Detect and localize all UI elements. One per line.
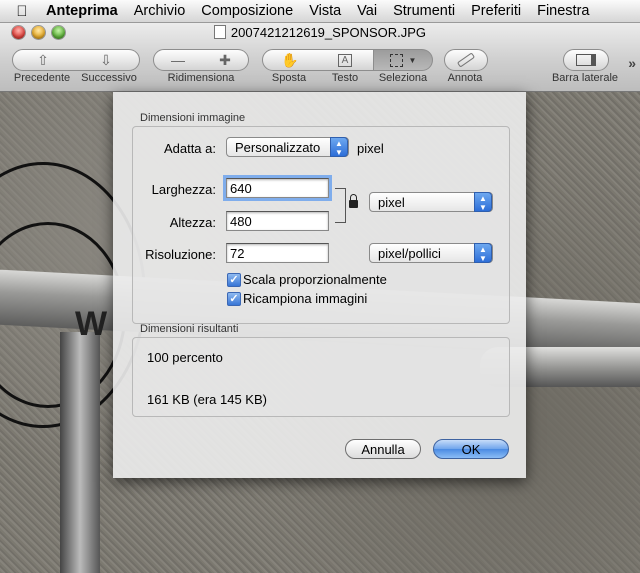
selection-icon <box>389 53 403 67</box>
text-icon: A <box>337 53 353 67</box>
menu-anteprima[interactable]: Anteprima <box>44 3 126 19</box>
menu-archivio[interactable]: Archivio <box>126 3 194 19</box>
resolution-unit-popup[interactable]: pixel/pollici ▲ ▼ <box>369 243 493 263</box>
resolution-label: Risoluzione: <box>145 247 216 262</box>
cancel-button[interactable]: Annulla <box>345 439 421 459</box>
enlarge-button[interactable]: ✚ <box>202 49 249 71</box>
window-title-text: 2007421212619_SPONSOR.JPG <box>230 25 427 40</box>
window-title: 2007421212619_SPONSOR.JPG <box>0 25 640 40</box>
percent-text: 100 percento <box>147 350 223 365</box>
resolution-field[interactable] <box>226 243 329 263</box>
proportion-bracket <box>335 188 346 223</box>
annotate-label: Annota <box>447 72 483 84</box>
menu-strumenti[interactable]: Strumenti <box>385 3 463 19</box>
size-unit-value: pixel <box>378 194 405 210</box>
title-bar[interactable]: 2007421212619_SPONSOR.JPG <box>0 23 640 43</box>
menu-vai[interactable]: Vai <box>349 3 385 19</box>
previous-button[interactable]: ⇧ <box>12 49 74 71</box>
plus-icon: ✚ <box>219 51 231 68</box>
shrink-button[interactable]: — <box>153 49 203 71</box>
height-label: Altezza: <box>169 215 216 230</box>
minus-icon: — <box>171 52 185 68</box>
document-icon <box>213 25 226 39</box>
next-label: Successivo <box>81 72 137 84</box>
resample-checkbox[interactable]: ✓ <box>227 292 241 306</box>
image-size-section-title: Dimensioni immagine <box>140 112 246 124</box>
previous-label: Precedente <box>13 72 71 84</box>
next-button[interactable]: ⇩ <box>73 49 140 71</box>
scale-proportionally-label[interactable]: Scala proporzionalmente <box>243 272 387 287</box>
menu-composizione[interactable]: Composizione <box>193 3 301 19</box>
fit-popup-value: Personalizzato <box>235 139 321 155</box>
pencil-icon <box>456 52 476 68</box>
menu-vista[interactable]: Vista <box>301 3 349 19</box>
select-tool-button[interactable]: ▼ <box>374 49 433 71</box>
window-chrome: 2007421212619_SPONSOR.JPG ⇧ ⇩ Precedente… <box>0 23 640 92</box>
chevron-down-icon: ▼ <box>408 55 417 65</box>
updown-arrows-icon: ▲ ▼ <box>474 192 492 212</box>
photo-fork <box>60 332 100 573</box>
select-label: Seleziona <box>378 72 428 84</box>
size-unit-popup[interactable]: pixel ▲ ▼ <box>369 192 493 212</box>
toolbar-overflow-button[interactable]: » <box>628 55 636 71</box>
width-field[interactable] <box>226 178 329 198</box>
menu-finestra[interactable]: Finestra <box>529 3 597 19</box>
file-size-text: 161 KB (era 145 KB) <box>147 392 267 407</box>
lock-icon[interactable] <box>349 194 358 208</box>
scale-proportionally-checkbox[interactable]: ✓ <box>227 273 241 287</box>
fit-unit: pixel <box>357 141 384 156</box>
text-tool-button[interactable]: A <box>317 49 374 71</box>
height-field[interactable] <box>226 211 329 231</box>
menu-preferiti[interactable]: Preferiti <box>463 3 529 19</box>
updown-arrows-icon: ▲ ▼ <box>330 137 348 157</box>
ok-button[interactable]: OK <box>433 439 509 459</box>
updown-arrows-icon: ▲ ▼ <box>474 243 492 263</box>
annotate-button[interactable] <box>444 49 488 71</box>
width-label: Larghezza: <box>151 182 216 197</box>
photo-brand-text: W <box>75 305 110 343</box>
resolution-unit-value: pixel/pollici <box>378 245 441 261</box>
move-tool-button[interactable]: ✋ <box>262 49 318 71</box>
resize-label: Ridimensiona <box>167 72 235 84</box>
fit-popup[interactable]: Personalizzato ▲ ▼ <box>226 137 349 157</box>
resulting-size-section-title: Dimensioni risultanti <box>140 323 239 335</box>
sidebar-label: Barra laterale <box>551 72 619 84</box>
resize-sheet-dialog: Dimensioni immagine Adatta a: Personaliz… <box>113 92 526 478</box>
apple-menu-icon[interactable]:  <box>0 3 44 20</box>
fit-label: Adatta a: <box>163 141 216 156</box>
arrow-down-icon: ⇩ <box>100 51 112 68</box>
arrow-up-icon: ⇧ <box>37 51 49 68</box>
sidebar-toggle-button[interactable] <box>563 49 609 71</box>
hand-icon: ✋ <box>281 51 299 68</box>
resample-label[interactable]: Ricampiona immagini <box>243 291 367 306</box>
toolbar: ⇧ ⇩ Precedente Successivo — ✚ Ridimensio… <box>0 45 640 91</box>
sidebar-icon <box>576 54 596 66</box>
text-label: Testo <box>331 72 359 84</box>
menu-bar:  Anteprima Archivio Composizione Vista … <box>0 0 640 23</box>
move-label: Sposta <box>271 72 307 84</box>
